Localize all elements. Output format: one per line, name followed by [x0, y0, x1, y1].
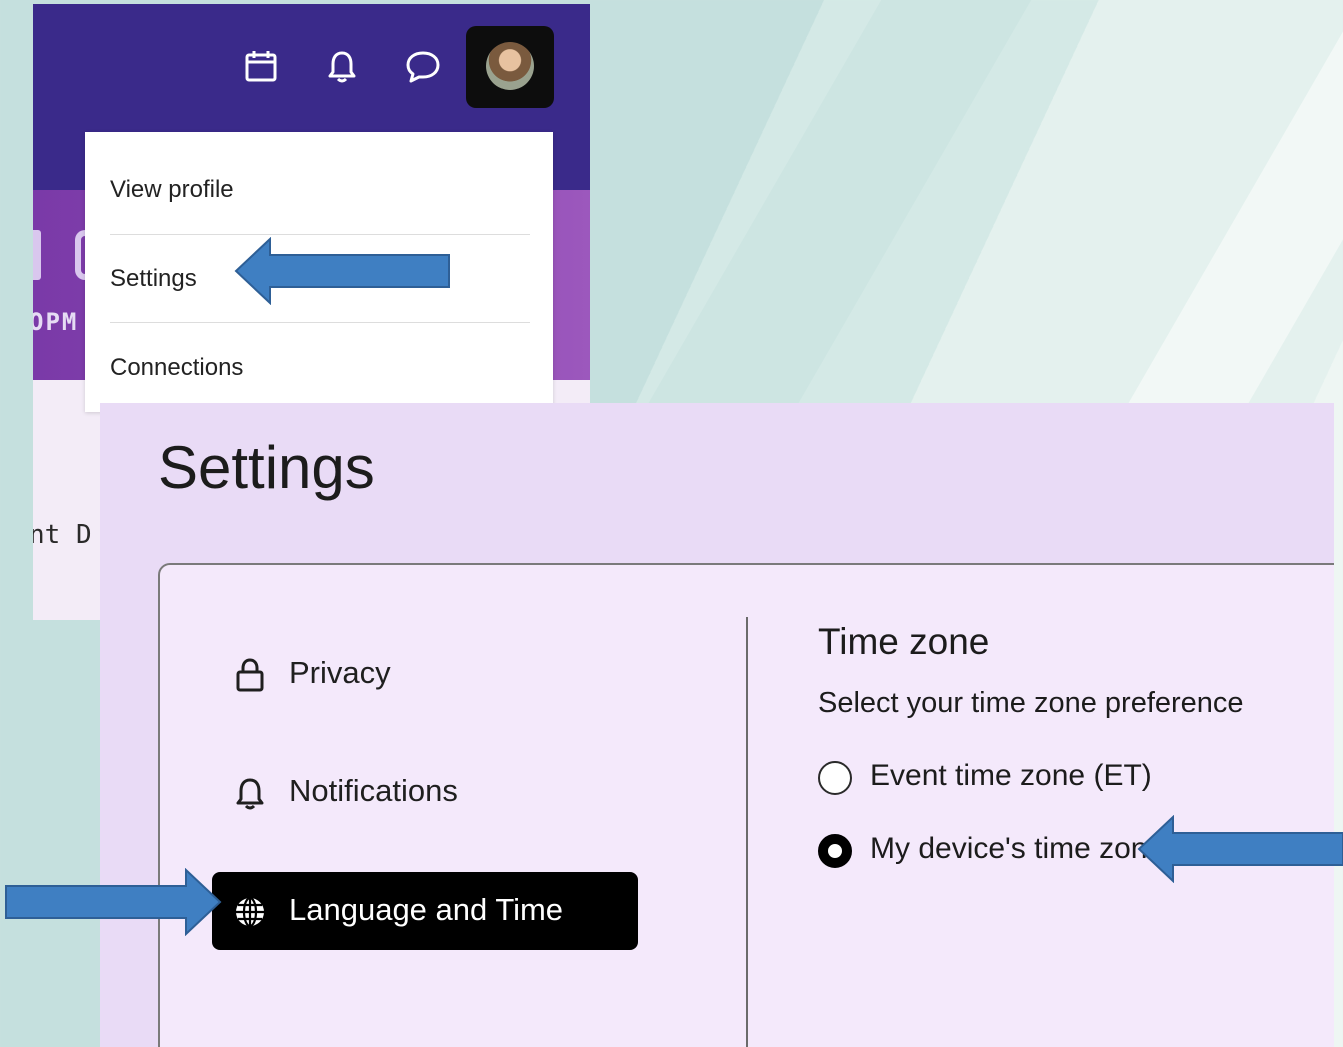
sidebar-item-language-and-time[interactable]: Language and Time: [212, 872, 638, 950]
bell-icon[interactable]: [324, 48, 360, 84]
radio-button[interactable]: [818, 761, 852, 795]
background-stripe: [1118, 0, 1343, 420]
sidebar-item-label: Privacy: [289, 655, 391, 690]
page-fragment-text: nt D: [33, 520, 92, 550]
section-heading: Time zone: [818, 621, 990, 662]
page-title: Settings: [158, 434, 375, 501]
background-stripe: [638, 0, 1032, 420]
radio-button-selected[interactable]: [818, 834, 852, 868]
lock-icon: [236, 658, 264, 692]
sidebar-item-privacy[interactable]: Privacy: [212, 635, 638, 713]
menu-item-connections[interactable]: Connections: [110, 354, 243, 382]
sidebar-item-notifications[interactable]: Notifications: [212, 753, 638, 831]
sidebar-item-label: Notifications: [289, 773, 458, 808]
section-description: Select your time zone preference: [818, 687, 1244, 719]
calendar-icon[interactable]: [243, 48, 279, 84]
panel-divider: [746, 617, 748, 1047]
menu-divider: [110, 234, 530, 235]
left-arrow-annotation: [1137, 815, 1343, 883]
right-arrow-annotation: [5, 868, 222, 936]
menu-item-settings[interactable]: Settings: [110, 265, 197, 293]
settings-panel: Privacy Notifications Language and Time …: [158, 563, 1334, 1047]
globe-icon: [236, 896, 264, 928]
avatar-button[interactable]: [466, 26, 554, 108]
settings-screenshot: Settings Privacy Notifications Language …: [100, 403, 1334, 1047]
bell-icon: [236, 778, 264, 810]
banner-fragment-text: OPM: [33, 308, 79, 336]
sidebar-item-label: Language and Time: [289, 892, 564, 927]
left-arrow-annotation: [234, 237, 450, 305]
menu-item-view-profile[interactable]: View profile: [110, 176, 234, 204]
radio-label: My device's time zone: [870, 832, 1165, 865]
banner-fragment: [33, 230, 41, 280]
radio-label: Event time zone (ET): [870, 759, 1152, 792]
chat-icon[interactable]: [405, 48, 441, 84]
menu-divider: [110, 322, 530, 323]
avatar: [486, 42, 534, 90]
